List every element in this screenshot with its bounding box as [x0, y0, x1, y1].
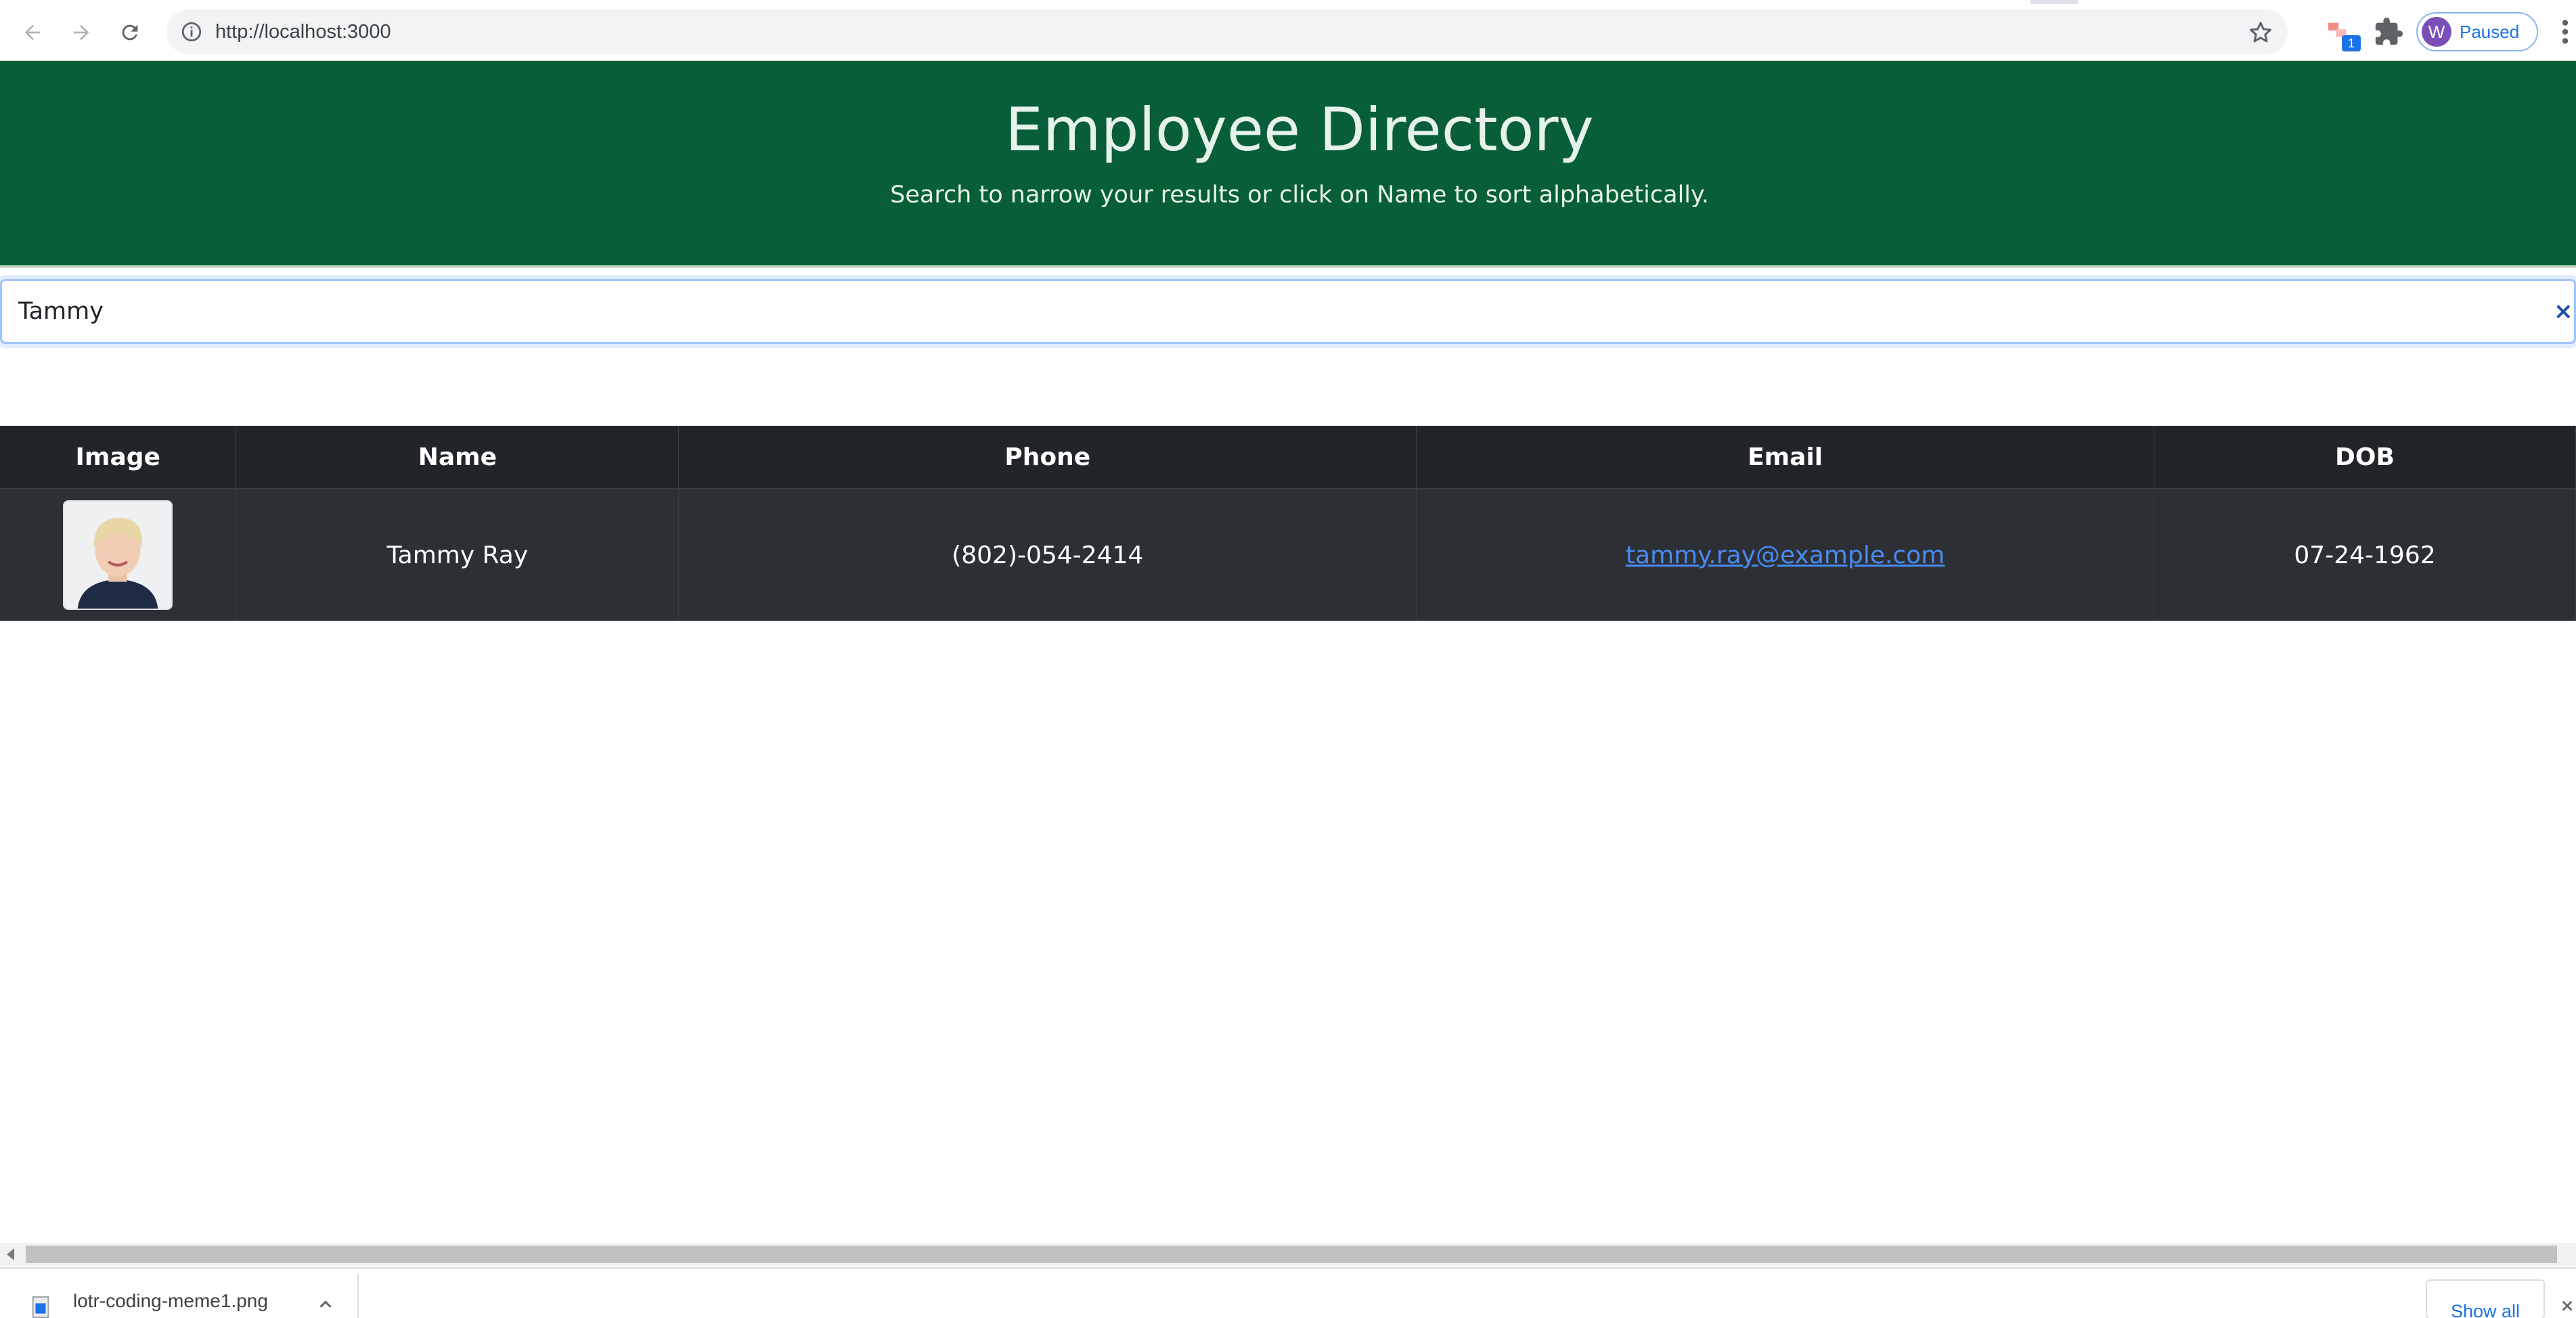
employee-table: Image Name Phone Email DOB Tammy Ray (80…: [0, 426, 2576, 621]
image-cell: [0, 489, 237, 621]
address-bar[interactable]: http://localhost:3000: [166, 9, 2288, 54]
person-photo-icon: [64, 502, 172, 609]
download-bar: lotr-coding-meme1.png Show all: [0, 1267, 2576, 1318]
column-header-image: Image: [0, 426, 237, 489]
page-title: Employee Directory: [1005, 95, 1594, 164]
profile-status: Paused: [2460, 22, 2520, 42]
horizontal-scrollbar[interactable]: [0, 1243, 2576, 1266]
info-icon[interactable]: [180, 20, 203, 43]
active-tab[interactable]: [0, 0, 2030, 4]
image-file-icon: [32, 1296, 49, 1318]
dob-cell: 07-24-1962: [2154, 489, 2576, 621]
reload-icon: [122, 24, 138, 41]
download-file-name[interactable]: lotr-coding-meme1.png: [73, 1290, 268, 1312]
page-subtitle: Search to narrow your results or click o…: [890, 181, 1709, 208]
search-box: ×: [0, 279, 2576, 344]
phone-cell: (802)-054-2414: [678, 489, 1417, 621]
show-all-button[interactable]: Show all: [2426, 1279, 2545, 1318]
chevron-up-icon[interactable]: [315, 1294, 336, 1315]
kebab-menu-icon[interactable]: [2557, 16, 2573, 47]
employee-photo: [63, 500, 173, 610]
puzzle-icon[interactable]: [2373, 16, 2404, 47]
arrow-right-icon: [73, 24, 89, 41]
column-header-phone: Phone: [678, 426, 1417, 489]
name-cell: Tammy Ray: [236, 489, 680, 621]
close-icon[interactable]: [2560, 1298, 2575, 1313]
column-header-dob: DOB: [2154, 426, 2576, 489]
email-link[interactable]: tammy.ray@example.com: [1626, 542, 1945, 569]
arrow-left-icon: [24, 24, 41, 41]
inactive-tab[interactable]: [2078, 0, 2576, 4]
avatar: W: [2422, 17, 2451, 47]
page-header: Employee Directory Search to narrow your…: [0, 61, 2576, 268]
tab-strip: [0, 0, 2576, 4]
table-header-row: Image Name Phone Email DOB: [0, 426, 2576, 489]
clear-search-icon[interactable]: ×: [2554, 299, 2574, 324]
browser-toolbar: http://localhost:3000 1 W Paused: [0, 0, 2576, 61]
divider: [357, 1274, 359, 1318]
column-header-name[interactable]: Name: [236, 426, 680, 489]
reload-button[interactable]: [112, 15, 148, 50]
table-row: Tammy Ray (802)-054-2414 tammy.ray@examp…: [0, 489, 2576, 621]
profile-button[interactable]: W Paused: [2416, 12, 2538, 51]
extension-badge: 1: [2342, 35, 2361, 51]
search-input[interactable]: [18, 281, 2523, 342]
scroll-left-icon[interactable]: [7, 1248, 14, 1260]
back-button[interactable]: [15, 15, 50, 50]
url-text[interactable]: http://localhost:3000: [215, 9, 391, 54]
email-cell: tammy.ray@example.com: [1416, 489, 2155, 621]
show-all-label: Show all: [2450, 1301, 2521, 1318]
column-header-email: Email: [1416, 426, 2155, 489]
forward-button[interactable]: [64, 15, 99, 50]
scrollbar-thumb[interactable]: [26, 1246, 2557, 1263]
star-icon[interactable]: [2247, 19, 2274, 46]
